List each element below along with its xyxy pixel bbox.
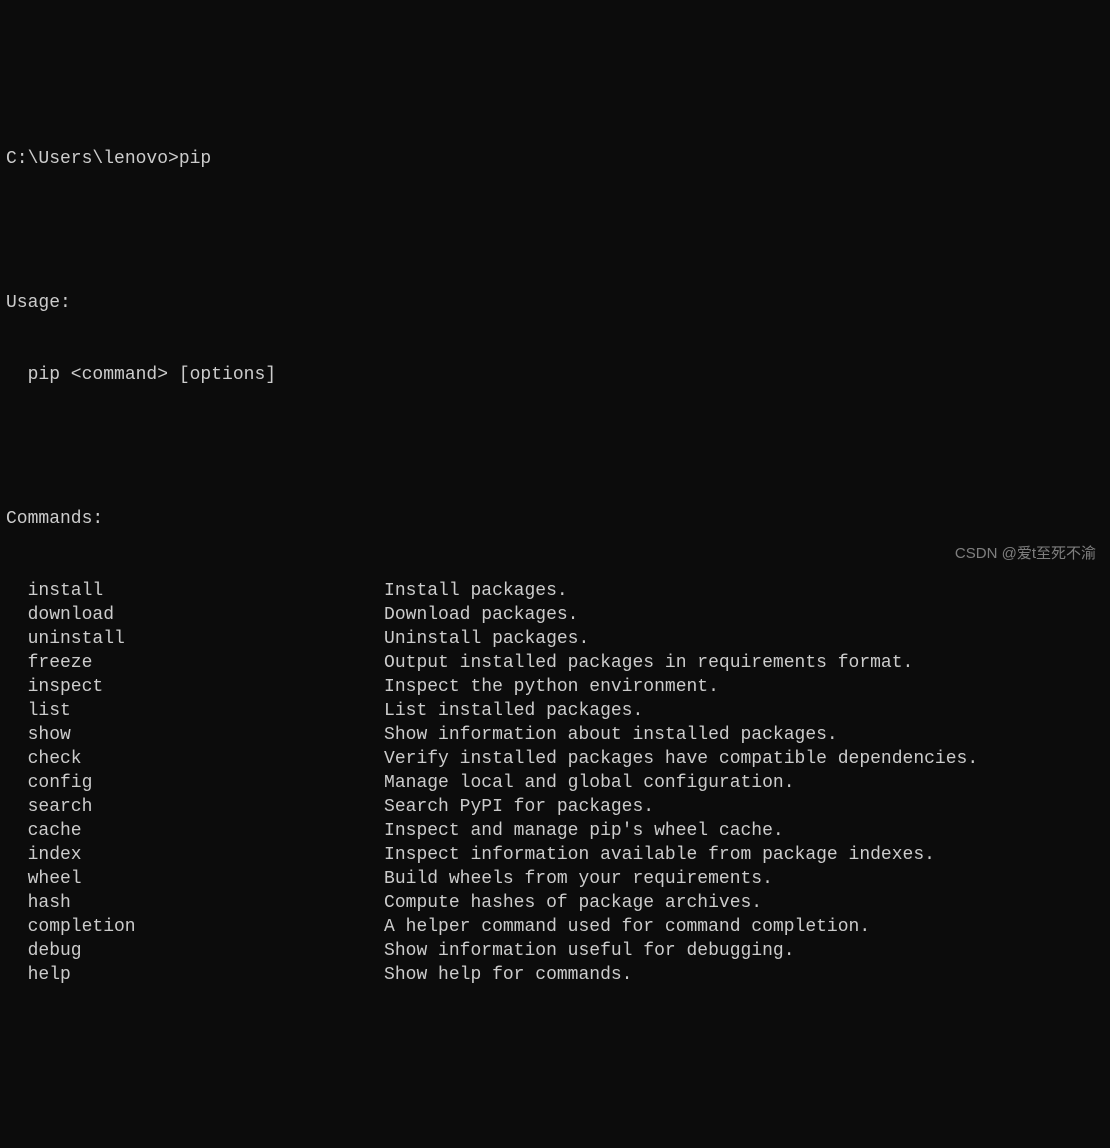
- command-indent: [6, 867, 28, 891]
- command-row: cacheInspect and manage pip's wheel cach…: [6, 819, 1104, 843]
- command-indent: [6, 747, 28, 771]
- command-indent: [6, 675, 28, 699]
- command-description: Inspect and manage pip's wheel cache.: [384, 819, 784, 843]
- command-indent: [6, 771, 28, 795]
- command-name: freeze: [28, 651, 384, 675]
- command-row: wheelBuild wheels from your requirements…: [6, 867, 1104, 891]
- command-description: List installed packages.: [384, 699, 643, 723]
- command-row: freezeOutput installed packages in requi…: [6, 651, 1104, 675]
- command-row: listList installed packages.: [6, 699, 1104, 723]
- command-indent: [6, 891, 28, 915]
- command-row: installInstall packages.: [6, 579, 1104, 603]
- command-description: Inspect the python environment.: [384, 675, 719, 699]
- command-name: download: [28, 603, 384, 627]
- command-description: Uninstall packages.: [384, 627, 589, 651]
- command-row: hashCompute hashes of package archives.: [6, 891, 1104, 915]
- command-description: Compute hashes of package archives.: [384, 891, 762, 915]
- command-name: inspect: [28, 675, 384, 699]
- command-description: Manage local and global configuration.: [384, 771, 794, 795]
- command-name: uninstall: [28, 627, 384, 651]
- command-row: debugShow information useful for debuggi…: [6, 939, 1104, 963]
- command-name: list: [28, 699, 384, 723]
- command-name: index: [28, 843, 384, 867]
- blank-line: [6, 219, 1104, 243]
- command-row: configManage local and global configurat…: [6, 771, 1104, 795]
- command-name: debug: [28, 939, 384, 963]
- usage-line: pip <command> [options]: [6, 363, 1104, 387]
- command-indent: [6, 627, 28, 651]
- command-description: Search PyPI for packages.: [384, 795, 654, 819]
- commands-header: Commands:: [6, 507, 1104, 531]
- command-description: Verify installed packages have compatibl…: [384, 747, 978, 771]
- command-name: help: [28, 963, 384, 987]
- command-indent: [6, 699, 28, 723]
- command-row: searchSearch PyPI for packages.: [6, 795, 1104, 819]
- command-indent: [6, 603, 28, 627]
- command-row: completionA helper command used for comm…: [6, 915, 1104, 939]
- command-description: Build wheels from your requirements.: [384, 867, 773, 891]
- command-description: Download packages.: [384, 603, 578, 627]
- command-name: hash: [28, 891, 384, 915]
- command-row: inspectInspect the python environment.: [6, 675, 1104, 699]
- command-name: cache: [28, 819, 384, 843]
- command-indent: [6, 651, 28, 675]
- command-name: show: [28, 723, 384, 747]
- command-indent: [6, 939, 28, 963]
- command-name: install: [28, 579, 384, 603]
- command-row: uninstallUninstall packages.: [6, 627, 1104, 651]
- command-row: checkVerify installed packages have comp…: [6, 747, 1104, 771]
- command-name: search: [28, 795, 384, 819]
- command-description: Inspect information available from packa…: [384, 843, 935, 867]
- command-indent: [6, 819, 28, 843]
- command-description: A helper command used for command comple…: [384, 915, 870, 939]
- command-indent: [6, 843, 28, 867]
- command-indent: [6, 915, 28, 939]
- commands-list: installInstall packages. downloadDownloa…: [6, 579, 1104, 987]
- command-name: wheel: [28, 867, 384, 891]
- prompt-path: C:\Users\lenovo>: [6, 147, 179, 171]
- command-description: Show information useful for debugging.: [384, 939, 794, 963]
- command-row: showShow information about installed pac…: [6, 723, 1104, 747]
- command-row: helpShow help for commands.: [6, 963, 1104, 987]
- command-description: Show information about installed package…: [384, 723, 838, 747]
- command-row: indexInspect information available from …: [6, 843, 1104, 867]
- prompt-line: C:\Users\lenovo>pip: [6, 147, 1104, 171]
- command-indent: [6, 579, 28, 603]
- command-description: Install packages.: [384, 579, 568, 603]
- command-indent: [6, 795, 28, 819]
- command-name: completion: [28, 915, 384, 939]
- command-indent: [6, 723, 28, 747]
- command-row: downloadDownload packages.: [6, 603, 1104, 627]
- prompt-command: pip: [179, 147, 211, 171]
- command-indent: [6, 963, 28, 987]
- command-description: Show help for commands.: [384, 963, 632, 987]
- command-description: Output installed packages in requirement…: [384, 651, 913, 675]
- command-name: config: [28, 771, 384, 795]
- usage-header: Usage:: [6, 291, 1104, 315]
- blank-line: [6, 435, 1104, 459]
- terminal-output[interactable]: C:\Users\lenovo>pip Usage: pip <command>…: [0, 96, 1110, 1014]
- command-name: check: [28, 747, 384, 771]
